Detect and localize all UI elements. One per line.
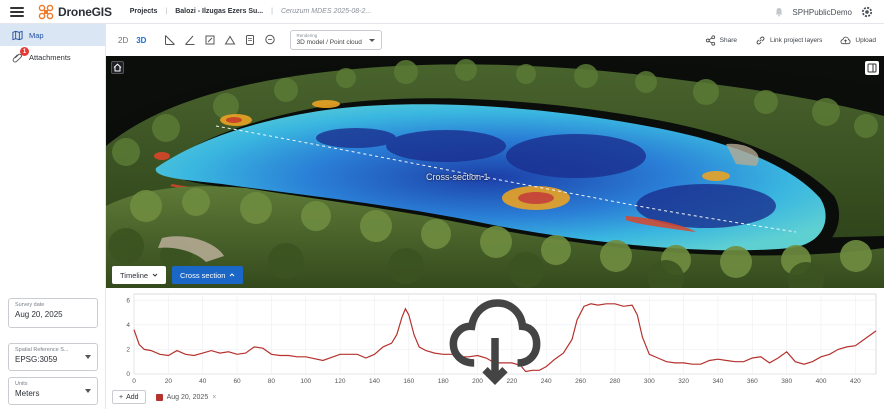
cross-section-button[interactable]: Cross section <box>172 266 244 284</box>
gear-icon[interactable] <box>860 5 874 19</box>
cloud-download-icon[interactable] <box>106 288 884 388</box>
nav-item-map[interactable]: Map <box>0 24 105 46</box>
breadcrumb-project[interactable]: Balozi - Ilzugas Ezers Su... <box>175 8 263 15</box>
cloud-upload-icon <box>840 36 851 44</box>
panel-icon <box>867 63 877 73</box>
units-select[interactable]: Units Meters <box>8 377 98 405</box>
cross-section-button-label: Cross section <box>180 270 226 280</box>
add-label: Add <box>126 393 139 401</box>
render-mode-label: Rendering <box>296 33 318 38</box>
ruler-icon[interactable] <box>164 34 176 46</box>
app-logo[interactable]: DroneGIS <box>38 4 112 20</box>
crs-label: Spatial Reference S... <box>15 347 69 353</box>
left-panel: Map 1 Attachments Survey date Aug 20, 20… <box>0 24 106 409</box>
add-series-button[interactable]: + Add <box>112 390 146 404</box>
volume-icon[interactable] <box>224 34 236 46</box>
mode-3d-button[interactable]: 3D <box>136 36 146 45</box>
timeline-button[interactable]: Timeline <box>112 266 167 284</box>
breadcrumb-separator: | <box>271 8 273 15</box>
chevron-down-icon <box>85 389 91 393</box>
nav-item-label: Map <box>29 30 44 40</box>
units-value: Meters <box>15 389 40 398</box>
legend-label: Aug 20, 2025 <box>166 393 209 401</box>
upload-label: Upload <box>855 36 876 44</box>
share-button[interactable]: Share <box>705 34 737 46</box>
home-icon <box>113 63 122 72</box>
link-icon <box>756 36 765 44</box>
close-icon[interactable]: × <box>212 394 216 401</box>
breadcrumb-separator: | <box>165 8 168 15</box>
user-area: SPHPublicDemo <box>774 0 874 24</box>
app-name: DroneGIS <box>58 4 112 19</box>
attachments-count-badge: 1 <box>20 47 29 56</box>
link-layers-label: Link project layers <box>770 36 823 44</box>
menu-icon[interactable] <box>10 6 24 17</box>
top-bar: DroneGIS Projects | Balozi - Ilzugas Eze… <box>0 0 884 24</box>
share-label: Share <box>719 36 737 44</box>
profile-panel: 0246 0 20 40 60 80 100 120 140 160 180 200 220 240 26… <box>106 288 884 409</box>
layers-panel-button[interactable] <box>865 61 879 75</box>
survey-date-field[interactable]: Survey date Aug 20, 2025 <box>8 298 98 328</box>
crs-value: EPSG:3059 <box>15 355 58 364</box>
chevron-down-icon <box>152 273 158 277</box>
nav-item-attachments[interactable]: 1 Attachments <box>0 46 105 68</box>
map-icon <box>12 30 23 40</box>
report-icon[interactable] <box>244 34 256 46</box>
survey-date-label: Survey date <box>15 302 45 308</box>
link-layers-button[interactable]: Link project layers <box>755 35 822 46</box>
units-label: Units <box>15 381 28 387</box>
crs-select[interactable]: Spatial Reference S... EPSG:3059 <box>8 343 98 371</box>
cross-section-label[interactable]: Cross-section 1 <box>426 172 489 182</box>
breadcrumb: Projects | Balozi - Ilzugas Ezers Su... … <box>130 8 371 15</box>
mode-2d-button[interactable]: 2D <box>118 36 128 45</box>
render-mode-value: 3D model / Point cloud <box>296 39 362 46</box>
comment-icon[interactable] <box>264 34 276 46</box>
measure-tools <box>164 34 276 46</box>
area-icon[interactable] <box>204 34 216 46</box>
upload-button[interactable]: Upload <box>840 35 876 46</box>
timeline-label: Timeline <box>120 270 149 280</box>
legend-swatch <box>155 393 163 401</box>
viewer-toolbar: 2D 3D Rendering 3D model / Point cloud S… <box>106 24 884 56</box>
dronegis-logo-icon <box>38 4 54 19</box>
toolbar-actions: Share Link project layers Upload <box>705 24 876 56</box>
chevron-down-icon <box>369 39 376 42</box>
chevron-down-icon <box>85 355 91 359</box>
breadcrumb-projects[interactable]: Projects <box>130 8 158 15</box>
angle-icon[interactable] <box>184 34 196 46</box>
user-name[interactable]: SPHPublicDemo <box>792 8 852 17</box>
nav-item-label: Attachments <box>29 52 71 62</box>
render-mode-select[interactable]: Rendering 3D model / Point cloud <box>290 30 383 50</box>
map-viewport[interactable]: Cross-section 1 Timeline Cross section <box>106 56 884 288</box>
survey-date-value: Aug 20, 2025 <box>15 310 63 319</box>
chevron-up-icon <box>230 273 235 277</box>
plus-icon: + <box>119 393 124 401</box>
profile-legend: + Add Aug 20, 2025 × <box>112 388 216 406</box>
legend-entry[interactable]: Aug 20, 2025 × <box>155 393 216 401</box>
share-icon <box>705 34 715 46</box>
point-cloud-scene[interactable] <box>106 56 884 288</box>
home-view-button[interactable] <box>111 61 124 74</box>
bell-icon[interactable] <box>774 7 784 17</box>
breadcrumb-dataset[interactable]: Ceruzum MDES 2025-08-2... <box>281 8 371 15</box>
